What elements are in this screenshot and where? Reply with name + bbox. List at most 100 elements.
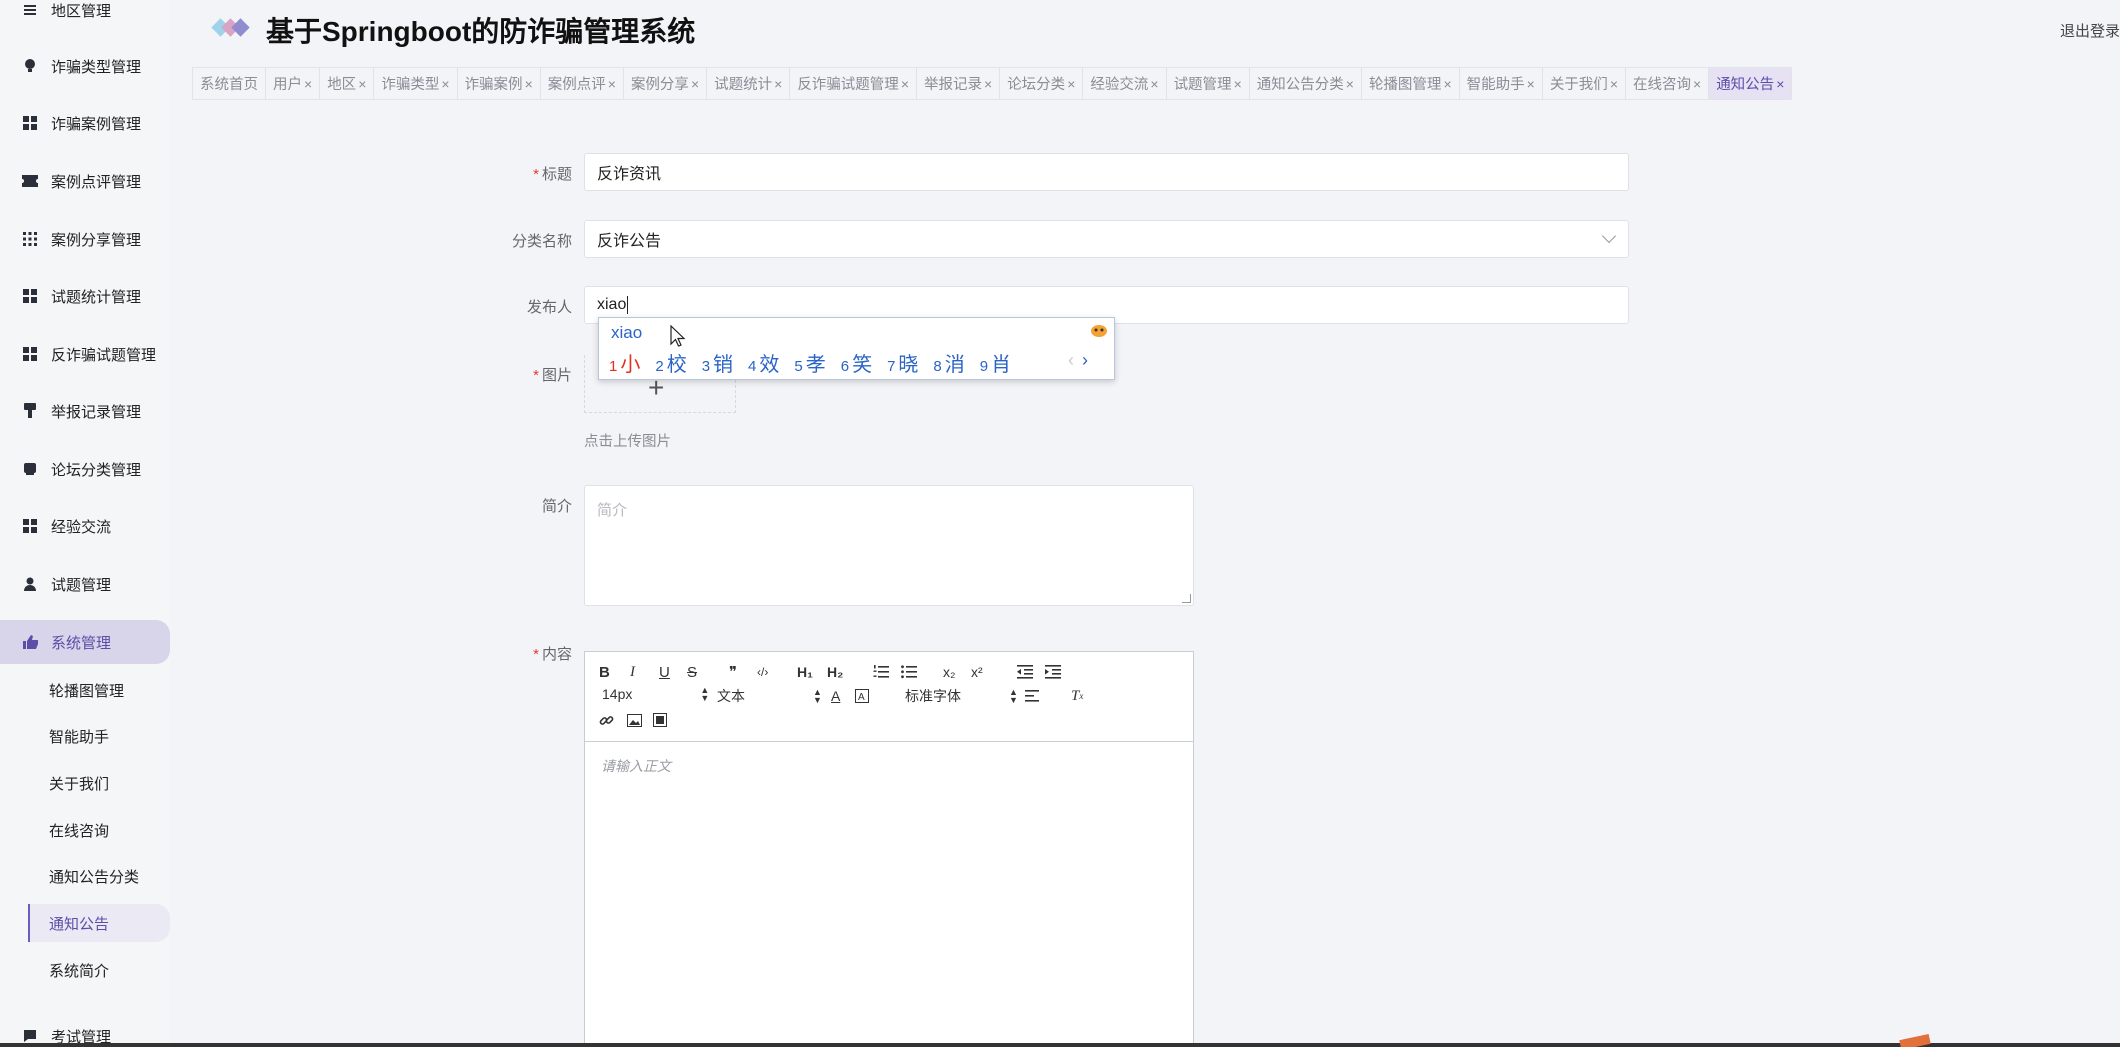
font-size-select[interactable]: 14px ▲ ▼ [602, 686, 709, 703]
ime-candidate[interactable]: 1小 [609, 348, 640, 377]
ime-candidate[interactable]: 7晓 [887, 348, 918, 377]
logout-button[interactable]: 退出登录 [2060, 20, 2120, 41]
sidebar-item-forum-category[interactable]: 论坛分类管理 [0, 447, 170, 491]
align-icon[interactable] [1025, 686, 1039, 706]
close-icon[interactable]: × [691, 76, 699, 92]
sidebar-item-anti-fraud-quiz[interactable]: 反诈骗试题管理 [0, 332, 170, 376]
ime-candidate[interactable]: 9肖 [980, 348, 1011, 377]
close-icon[interactable]: × [1150, 76, 1158, 92]
tab-item[interactable]: 诈骗类型 × [374, 68, 458, 99]
sidebar-subitem-notice[interactable]: 通知公告 [28, 904, 170, 942]
underline-button[interactable]: U [659, 662, 670, 682]
tab-item[interactable]: 轮播图管理 × [1362, 68, 1460, 99]
tab-item[interactable]: 关于我们 × [1543, 68, 1626, 99]
close-icon[interactable]: × [1610, 76, 1618, 92]
ime-skin-icon[interactable] [1090, 322, 1108, 338]
ime-next-button[interactable]: › [1082, 350, 1088, 370]
sidebar-item-case-share[interactable]: 案例分享管理 [0, 217, 170, 261]
sidebar-item-question-manage[interactable]: 试题管理 [0, 562, 170, 606]
superscript-button[interactable]: x² [971, 662, 983, 682]
font-family-select[interactable]: 标准字体 ▲ ▼ [905, 686, 1018, 706]
header-select[interactable]: 文本 ▲ ▼ [717, 686, 822, 706]
italic-button[interactable]: I [630, 662, 635, 682]
close-icon[interactable]: × [1693, 76, 1701, 92]
close-icon[interactable]: × [304, 76, 312, 92]
h2-button[interactable]: H₂ [827, 662, 843, 682]
sidebar-subitem-about[interactable]: 关于我们 [0, 764, 142, 802]
quote-icon[interactable]: ❞ [729, 662, 737, 682]
tab-item[interactable]: 试题管理 × [1167, 68, 1250, 99]
tab-item[interactable]: 通知公告分类 × [1250, 68, 1362, 99]
sidebar-item-experience[interactable]: 经验交流 [0, 504, 170, 548]
link-icon[interactable] [599, 710, 614, 730]
close-icon[interactable]: × [441, 76, 449, 92]
sidebar-subitem-notice-category[interactable]: 通知公告分类 [0, 857, 142, 895]
sidebar-item-fraud-type[interactable]: 诈骗类型管理 [0, 44, 170, 88]
tab-bar: 系统首页 用户 × 地区 × 诈骗类型 × 诈骗案例 × 案例点评 × 案例分享 × 试题统计 × 反诈骗试题… [192, 67, 1793, 100]
bold-button[interactable]: B [599, 662, 610, 682]
sidebar-item-case-review[interactable]: 案例点评管理 [0, 159, 170, 203]
ime-candidate[interactable]: 5孝 [794, 348, 825, 377]
bullet-list-icon[interactable] [901, 662, 917, 682]
sidebar-item-report-records[interactable]: 举报记录管理 [0, 389, 170, 433]
close-icon[interactable]: × [1346, 76, 1354, 92]
image-icon[interactable] [627, 710, 642, 730]
close-icon[interactable]: × [1443, 76, 1451, 92]
resize-handle[interactable] [1182, 594, 1191, 603]
ime-candidate[interactable]: 6笑 [841, 348, 872, 377]
sidebar-item-region[interactable]: 地区管理 [0, 0, 170, 32]
close-icon[interactable]: × [774, 76, 782, 92]
tab-item[interactable]: 案例分享 × [624, 68, 708, 99]
sidebar-subitem-system-intro[interactable]: 系统简介 [0, 951, 142, 989]
close-icon[interactable]: × [984, 76, 992, 92]
outdent-icon[interactable] [1017, 662, 1033, 682]
category-select[interactable]: 反诈公告 [584, 220, 1629, 258]
close-icon[interactable]: × [1776, 76, 1784, 92]
close-icon[interactable]: × [358, 76, 366, 92]
subscript-button[interactable]: x₂ [943, 662, 955, 682]
ime-prev-button[interactable]: ‹ [1068, 350, 1074, 370]
title-input[interactable]: 反诈资讯 [584, 153, 1629, 191]
tab-item[interactable]: 地区 × [320, 68, 375, 99]
font-color-icon[interactable]: A [831, 686, 840, 706]
sidebar-item-quiz-stats[interactable]: 试题统计管理 [0, 274, 170, 318]
close-icon[interactable]: × [1234, 76, 1242, 92]
sidebar-subitem-consult[interactable]: 在线咨询 [0, 811, 142, 849]
close-icon[interactable]: × [608, 76, 616, 92]
close-icon[interactable]: × [1067, 76, 1075, 92]
tab-item[interactable]: 论坛分类 × [1000, 68, 1084, 99]
tab-item[interactable]: 系统首页 [192, 68, 266, 99]
tab-item[interactable]: 在线咨询 × [1626, 68, 1710, 99]
summary-textarea[interactable]: 简介 [584, 485, 1194, 606]
background-color-icon[interactable]: A [855, 686, 869, 706]
ime-candidate-number: 1 [609, 358, 618, 375]
close-icon[interactable]: × [525, 76, 533, 92]
tab-item[interactable]: 经验交流 × [1083, 68, 1167, 99]
tab-item[interactable]: 通知公告 × [1709, 68, 1793, 99]
tab-item[interactable]: 智能助手 × [1460, 68, 1543, 99]
indent-icon[interactable] [1045, 662, 1061, 682]
tab-item[interactable]: 举报记录 × [917, 68, 1001, 99]
sidebar-subitem-carousel[interactable]: 轮播图管理 [0, 671, 142, 709]
video-icon[interactable] [653, 710, 667, 730]
ime-candidate[interactable]: 4效 [748, 348, 779, 377]
category-label-text: 分类名称 [511, 233, 572, 250]
tab-item[interactable]: 用户 × [266, 68, 321, 99]
close-icon[interactable]: × [901, 76, 909, 92]
close-icon[interactable]: × [1527, 76, 1535, 92]
sidebar-item-fraud-case[interactable]: 诈骗案例管理 [0, 101, 170, 145]
clear-format-icon[interactable]: Tx [1071, 686, 1083, 706]
sidebar-item-system[interactable]: 系统管理 [0, 620, 170, 664]
ime-candidate[interactable]: 8消 [933, 348, 964, 377]
ime-candidate[interactable]: 3销 [702, 348, 733, 377]
h1-button[interactable]: H₁ [797, 662, 813, 682]
sidebar-subitem-assistant[interactable]: 智能助手 [0, 717, 142, 755]
updown-icon: ▲ ▼ [813, 687, 822, 705]
tab-item[interactable]: 诈骗案例 × [458, 68, 541, 99]
strike-button[interactable]: S [687, 662, 697, 682]
tab-item[interactable]: 试题统计 × [707, 68, 791, 99]
code-icon[interactable]: ‹/› [757, 662, 768, 682]
tab-item[interactable]: 反诈骗试题管理 × [790, 68, 917, 99]
ordered-list-icon[interactable] [873, 662, 889, 682]
tab-item[interactable]: 案例点评 × [541, 68, 624, 99]
